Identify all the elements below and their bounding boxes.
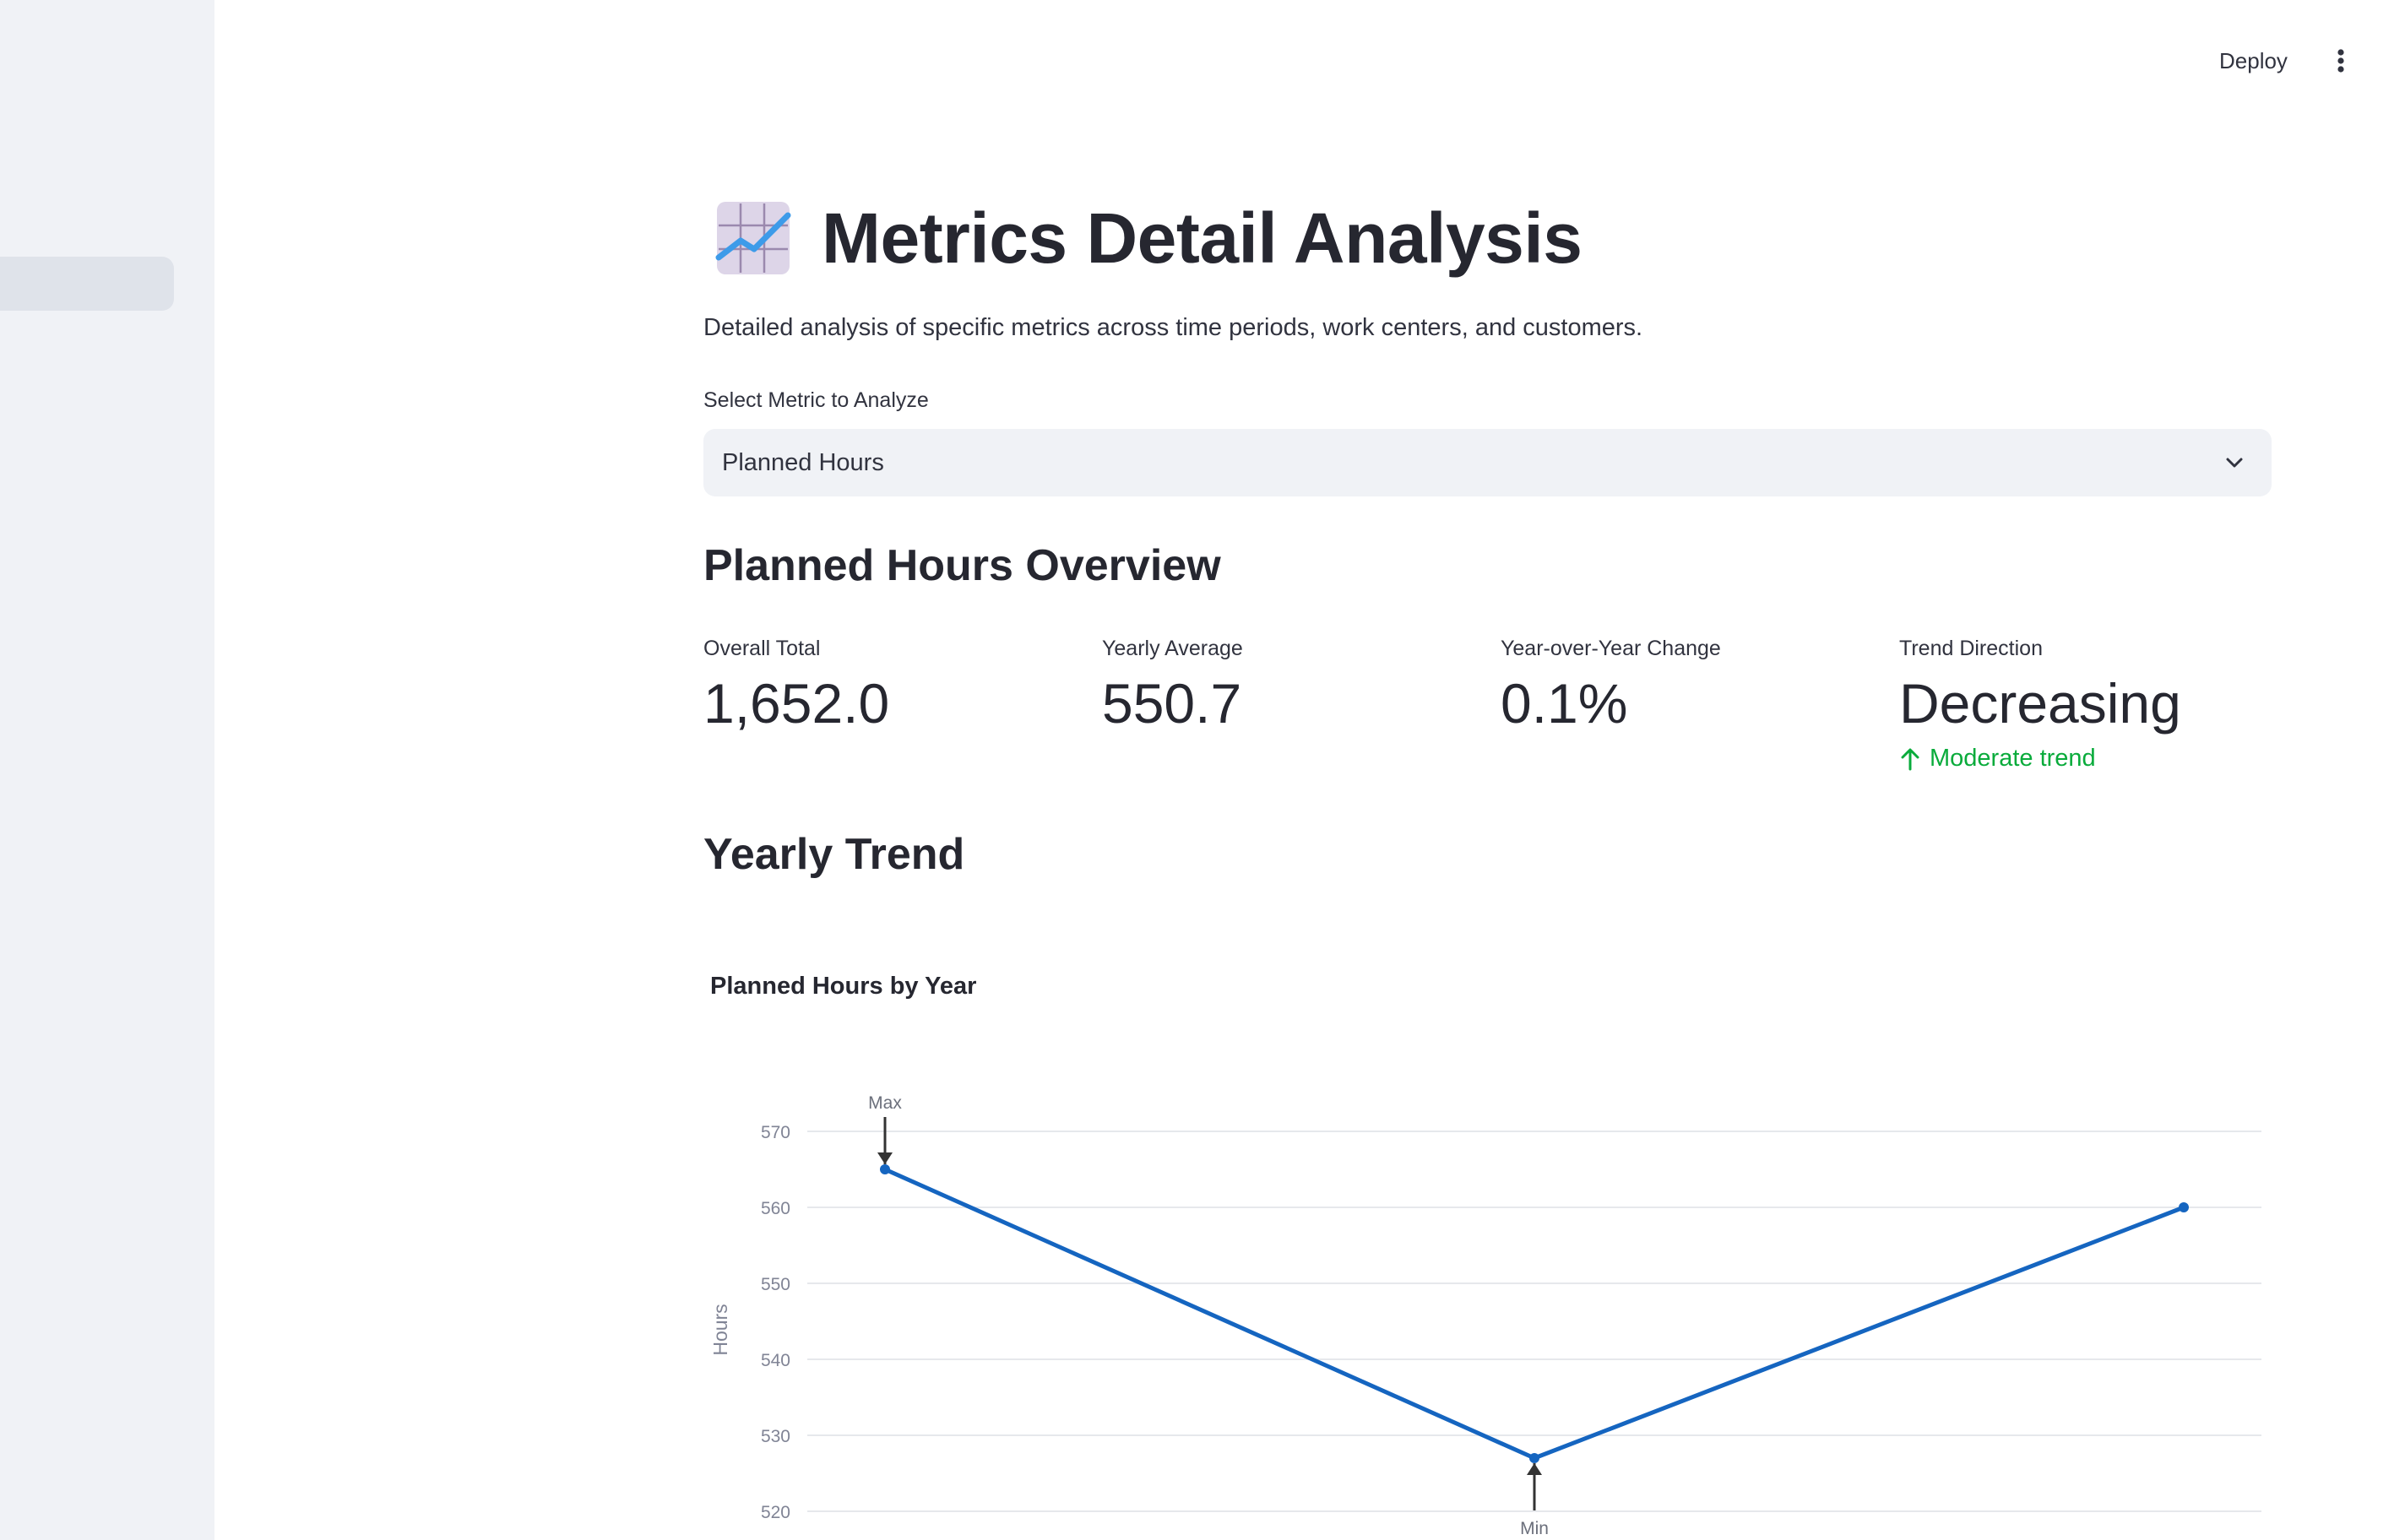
chart-plot: 520 530 540 550 560 570 Hours Max Min: [709, 1093, 2261, 1538]
main-menu-button[interactable]: [2326, 44, 2356, 78]
metric-overall-total: Overall Total 1,652.0: [703, 632, 1092, 741]
chevron-down-icon: [2226, 458, 2243, 468]
sidebar-nav-item-active[interactable]: [0, 257, 174, 311]
metric-yoy-change: Year-over-Year Change 0.1%: [1501, 632, 1889, 741]
arrow-up-icon: [1901, 748, 1919, 770]
series-line: [883, 1167, 2185, 1461]
yearly-trend-chart[interactable]: Planned Hours by Year 520 530 540 550 560 570…: [703, 962, 2272, 1540]
y-axis-label: Hours: [709, 1304, 731, 1355]
annotation-label: Max: [868, 1093, 902, 1113]
yearly-trend-heading: Yearly Trend: [703, 830, 965, 879]
data-point: [880, 1164, 890, 1174]
metric-delta-text: Moderate trend: [1930, 745, 2096, 772]
metric-value: Decreasing: [1899, 672, 2181, 735]
page-subtitle: Detailed analysis of specific metrics ac…: [703, 314, 1643, 341]
y-tick-label: 550: [761, 1275, 790, 1294]
y-tick-label: 530: [761, 1427, 790, 1446]
metric-value: 1,652.0: [703, 672, 890, 735]
y-tick-label: 560: [761, 1199, 790, 1218]
metric-label: Year-over-Year Change: [1501, 637, 1721, 660]
metric-label: Trend Direction: [1899, 637, 2043, 660]
metric-select-value: Planned Hours: [722, 449, 884, 476]
sidebar: [0, 0, 214, 1540]
data-point: [2179, 1202, 2189, 1212]
metric-value: 0.1%: [1501, 672, 1628, 735]
deploy-button[interactable]: Deploy: [2211, 44, 2296, 78]
y-tick-label: 520: [761, 1503, 790, 1522]
annotation-arrowhead: [877, 1152, 893, 1164]
y-tick-label: 540: [761, 1351, 790, 1370]
vertical-ellipsis-icon: [2337, 49, 2344, 73]
page-title: Metrics Detail Analysis: [822, 198, 1583, 278]
metric-label: Yearly Average: [1102, 637, 1243, 660]
y-tick-label: 570: [761, 1123, 790, 1142]
metric-value: 550.7: [1102, 672, 1242, 735]
data-point: [1529, 1453, 1539, 1463]
metric-yearly-average: Yearly Average 550.7: [1102, 632, 1490, 741]
metric-trend-direction: Trend Direction Decreasing Moderate tren…: [1899, 632, 2288, 773]
metric-label: Overall Total: [703, 637, 821, 660]
annotation-label: Min: [1520, 1519, 1549, 1538]
metric-select-label: Select Metric to Analyze: [703, 388, 929, 412]
overview-heading: Planned Hours Overview: [703, 541, 1221, 590]
metric-select[interactable]: Planned Hours: [703, 429, 2272, 496]
chart-increasing-icon: [715, 202, 791, 274]
annotation-arrowhead: [1527, 1463, 1542, 1475]
metric-delta: Moderate trend: [1899, 745, 2288, 773]
page-header: Metrics Detail Analysis: [715, 196, 1583, 280]
